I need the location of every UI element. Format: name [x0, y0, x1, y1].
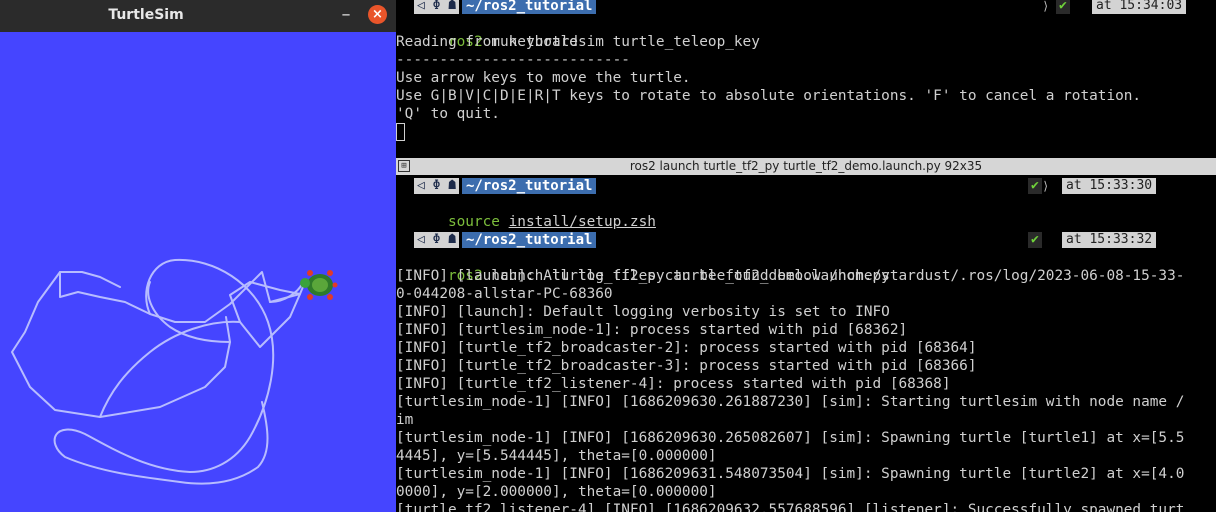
terminal-top[interactable]: ◁ Φ ☗ ~/ros2_tutorial ⟩ ✔ at 15:34:03 ro…	[396, 0, 1216, 158]
text-cursor	[396, 123, 405, 141]
output-line: Reading from keyboard	[396, 34, 578, 50]
log-line: [INFO] [turtle_tf2_broadcaster-2]: proce…	[396, 340, 977, 356]
prompt-icons: ◁ Φ ☗	[414, 0, 460, 14]
prompt-path: ~/ros2_tutorial	[462, 0, 597, 14]
log-line: [turtlesim_node-1] [INFO] [1686209630.26…	[396, 430, 1185, 446]
prompt-bar: ◁ Φ ☗ ~/ros2_tutorial ⟩ ✔ at 15:33:30	[396, 177, 1216, 195]
prompt-icons: ◁ Φ ☗	[414, 178, 460, 194]
tab-title: ros2 launch turtle_tf2_py turtle_tf2_dem…	[629, 159, 983, 173]
output-line: ---------------------------	[396, 52, 630, 68]
log-line: 4445], y=[5.544445], theta=[0.000000]	[396, 448, 717, 464]
prompt-path: ~/ros2_tutorial	[462, 178, 597, 194]
log-line: [turtlesim_node-1] [INFO] [1686209630.26…	[396, 394, 1185, 410]
prompt-icons: ◁ Φ ☗	[414, 232, 460, 248]
command-line: ros2 launch turtle_tf2_py turtle_tf2_dem…	[396, 249, 890, 284]
command-args: install/setup.zsh	[508, 214, 656, 230]
prompt-bar: ◁ Φ ☗ ~/ros2_tutorial ✔ at 15:33:32	[396, 231, 1216, 249]
command-line: ros2 run turtlesim turtle_teleop_key	[396, 15, 760, 50]
prompt-separator: ⟩	[1042, 179, 1050, 193]
prompt-time: at 15:33:30	[1062, 178, 1157, 194]
log-line: im	[396, 412, 414, 428]
log-line: [INFO] [turtle_tf2_broadcaster-3]: proce…	[396, 358, 977, 374]
prompt-path: ~/ros2_tutorial	[462, 232, 597, 248]
command-line: source install/setup.zsh	[396, 195, 656, 230]
turtlesim-window: TurtleSim – ×	[0, 0, 396, 512]
prompt-separator: ⟩	[1042, 0, 1050, 13]
status-check-icon: ✔	[1028, 232, 1042, 248]
log-line: [turtle_tf2_listener-4] [INFO] [16862096…	[396, 502, 1185, 512]
window-title: TurtleSim	[108, 7, 184, 23]
status-check-icon: ✔	[1028, 178, 1042, 194]
output-line: Use G|B|V|C|D|E|R|T keys to rotate to ab…	[396, 88, 1142, 104]
turtlesim-canvas	[0, 32, 396, 512]
prompt-time: at 15:34:03	[1092, 0, 1187, 14]
prompt-bar: ◁ Φ ☗ ~/ros2_tutorial ⟩ ✔ at 15:34:03	[396, 0, 1216, 15]
turtlesim-titlebar[interactable]: TurtleSim – ×	[0, 0, 396, 32]
log-line: [INFO] [launch]: All log files can be fo…	[396, 268, 1185, 284]
log-line: 0000], y=[2.000000], theta=[0.000000]	[396, 484, 717, 500]
log-line: [INFO] [turtlesim_node-1]: process start…	[396, 322, 908, 338]
output-line: Use arrow keys to move the turtle.	[396, 70, 691, 86]
terminal-bottom[interactable]: ◁ Φ ☗ ~/ros2_tutorial ⟩ ✔ at 15:33:30 so…	[396, 175, 1216, 512]
log-line: [turtlesim_node-1] [INFO] [1686209631.54…	[396, 466, 1185, 482]
minimize-icon[interactable]: –	[336, 3, 356, 27]
close-icon[interactable]: ×	[368, 5, 387, 24]
log-line: [INFO] [launch]: Default logging verbosi…	[396, 304, 890, 320]
command-word: source	[447, 214, 500, 230]
output-line: 'Q' to quit.	[396, 106, 500, 122]
prompt-time: at 15:33:32	[1062, 232, 1157, 248]
status-check-icon: ✔	[1056, 0, 1070, 14]
terminal-tab-bar[interactable]: ⊞ ros2 launch turtle_tf2_py turtle_tf2_d…	[396, 158, 1216, 175]
log-line: 0-044208-allstar-PC-68360	[396, 286, 613, 302]
log-line: [INFO] [turtle_tf2_listener-4]: process …	[396, 376, 951, 392]
